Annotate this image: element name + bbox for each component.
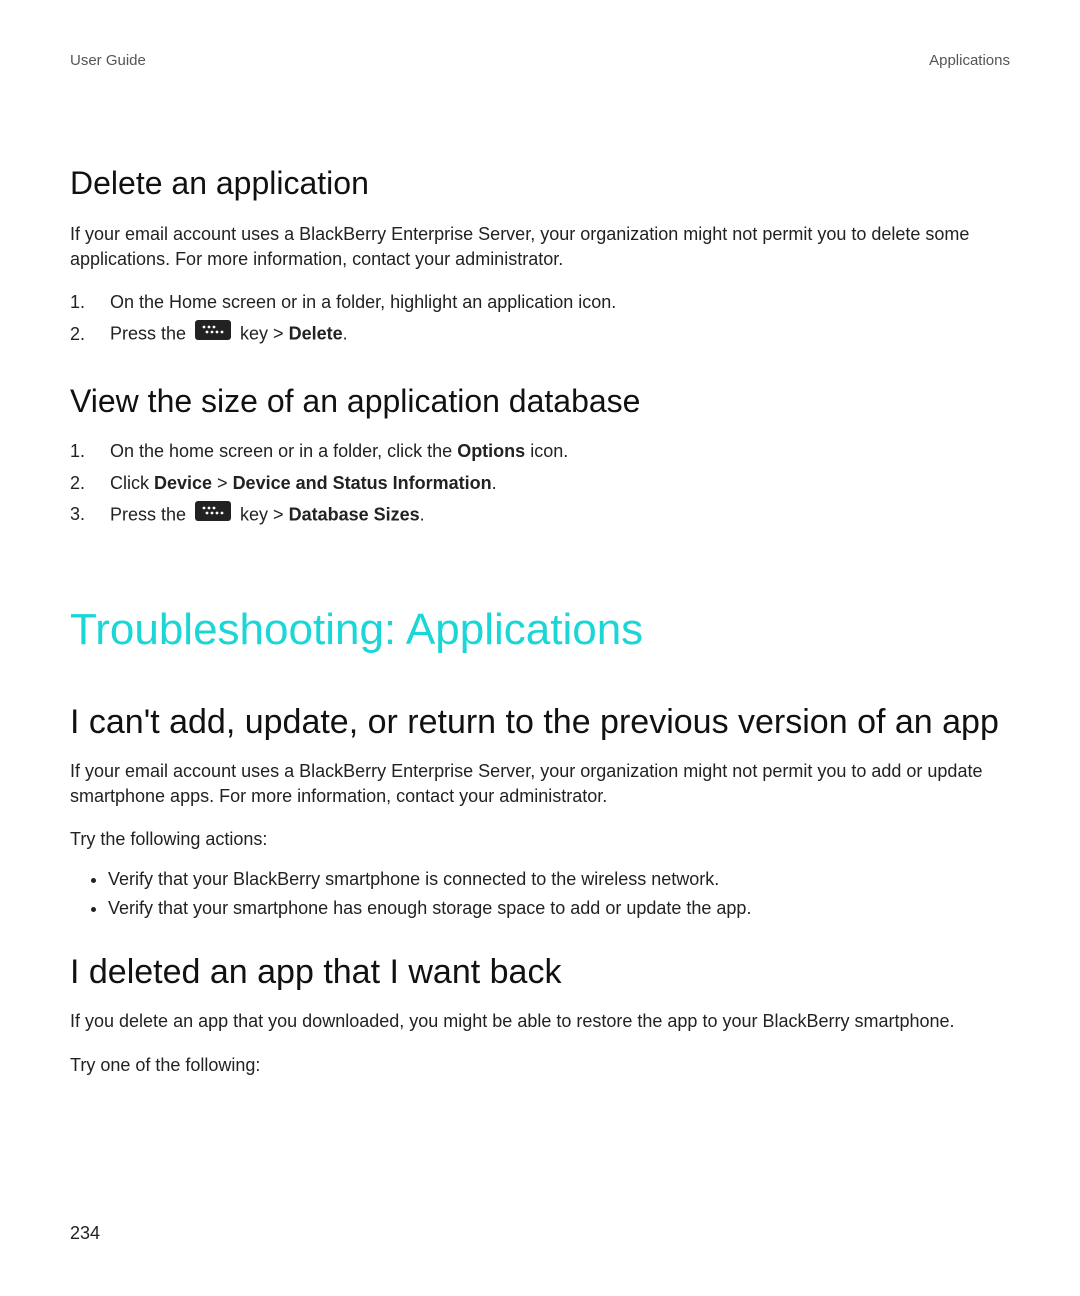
bullet-2: Verify that your smartphone has enough s… [108, 896, 1010, 921]
step-2-text-a: Press the [110, 324, 191, 344]
page-header: User Guide Applications [70, 50, 1010, 71]
step-1-text-a: On the home screen or in a folder, click… [110, 441, 457, 461]
menu-key-icon [195, 501, 231, 528]
step-3-text-b: key > [235, 504, 289, 524]
try-deleted-app: Try one of the following: [70, 1053, 1010, 1078]
step-2-text-d: . [343, 324, 348, 344]
bullets-cant-add: Verify that your BlackBerry smartphone i… [70, 867, 1010, 921]
page: User Guide Applications Delete an applic… [0, 0, 1080, 1296]
bullet-1: Verify that your BlackBerry smartphone i… [108, 867, 1010, 892]
page-number: 234 [70, 1221, 100, 1246]
step-2-text-c: > [212, 473, 233, 493]
step-1-bold: Options [457, 441, 525, 461]
menu-key-icon [195, 320, 231, 347]
para-delete-app: If your email account uses a BlackBerry … [70, 222, 1010, 272]
step-2-text-a: Click [110, 473, 154, 493]
steps-delete-app: On the Home screen or in a folder, highl… [70, 290, 1010, 348]
step-2: Click Device > Device and Status Informa… [90, 471, 1010, 496]
step-2-text-b: key > [235, 324, 289, 344]
step-2-bold: Delete [289, 324, 343, 344]
step-1: On the home screen or in a folder, click… [90, 439, 1010, 464]
step-2: Press the key > Delete. [90, 321, 1010, 348]
steps-view-db: On the home screen or in a folder, click… [70, 439, 1010, 529]
step-2-bold-1: Device [154, 473, 212, 493]
try-cant-add: Try the following actions: [70, 827, 1010, 852]
header-left: User Guide [70, 50, 146, 71]
heading-troubleshoot: Troubleshooting: Applications [70, 599, 1010, 661]
para-deleted-app: If you delete an app that you downloaded… [70, 1009, 1010, 1034]
step-3-bold: Database Sizes [289, 504, 420, 524]
heading-delete-app: Delete an application [70, 161, 1010, 206]
step-3: Press the key > Database Sizes. [90, 502, 1010, 529]
heading-cant-add: I can't add, update, or return to the pr… [70, 701, 1010, 744]
header-right: Applications [929, 50, 1010, 71]
step-1-text-c: icon. [525, 441, 568, 461]
step-3-text-a: Press the [110, 504, 191, 524]
para-cant-add: If your email account uses a BlackBerry … [70, 759, 1010, 809]
step-2-bold-2: Device and Status Information [233, 473, 492, 493]
step-2-text-e: . [492, 473, 497, 493]
step-3-text-d: . [420, 504, 425, 524]
heading-deleted-app: I deleted an app that I want back [70, 951, 1010, 994]
step-1: On the Home screen or in a folder, highl… [90, 290, 1010, 315]
heading-view-db: View the size of an application database [70, 379, 1010, 424]
